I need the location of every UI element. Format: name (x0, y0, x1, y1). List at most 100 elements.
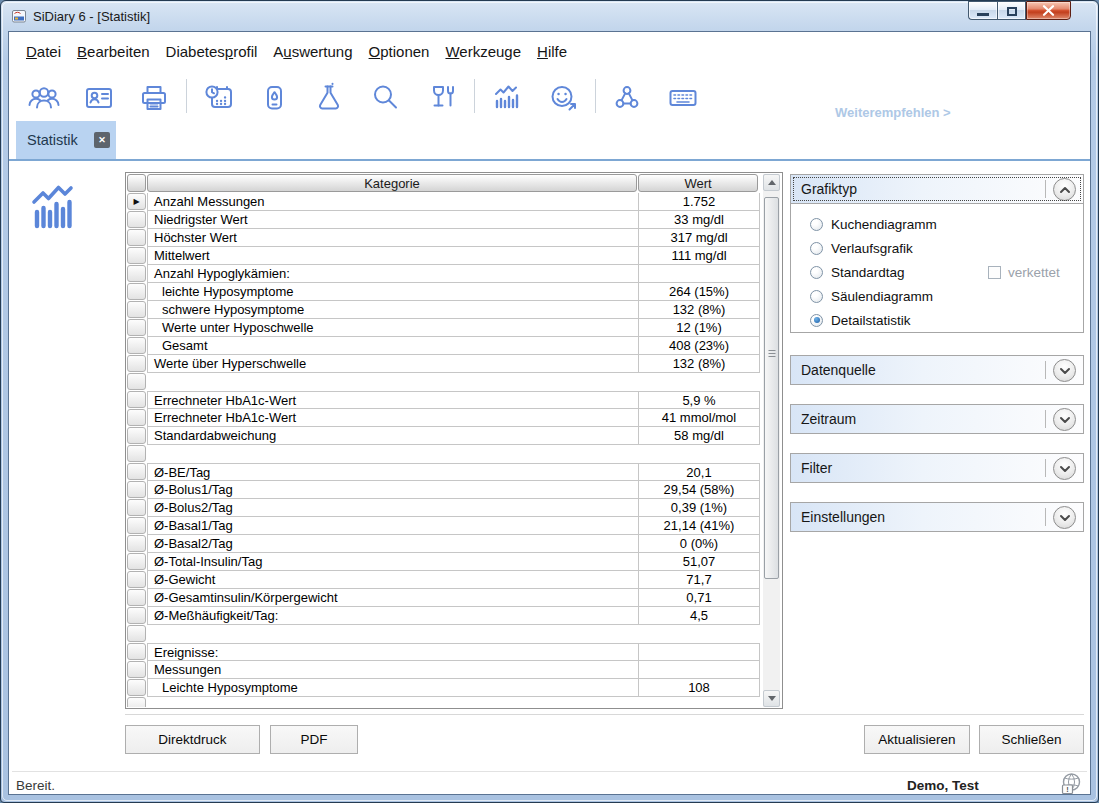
value-cell[interactable]: 12 (1%) (639, 319, 760, 337)
panel-datenquelle[interactable]: Datenquelle (790, 355, 1084, 385)
row-header-cell[interactable] (127, 589, 146, 606)
menu-item-diabetesprofil[interactable]: Diabetesprofil (166, 43, 258, 60)
aktualisieren-button[interactable]: Aktualisieren (864, 725, 970, 754)
category-cell[interactable]: Standardabweichung (147, 427, 639, 445)
category-cell[interactable]: Ø-Gewicht (147, 571, 639, 589)
pdf-button[interactable]: PDF (270, 725, 358, 754)
table-row[interactable]: Gesamt408 (23%) (126, 337, 763, 355)
value-cell[interactable] (639, 643, 760, 661)
table-row[interactable]: Errechneter HbA1c-Wert41 mmol/mol (126, 409, 763, 427)
row-header-cell[interactable] (127, 481, 146, 498)
radio-option-detailstatistik[interactable]: Detailstatistik (810, 308, 1083, 332)
category-cell[interactable]: Ø-Total-Insulin/Tag (147, 553, 639, 571)
value-cell[interactable]: 0,39 (1%) (639, 499, 760, 517)
keyboard-icon[interactable] (664, 79, 702, 117)
radio-button[interactable] (810, 266, 823, 279)
value-cell[interactable] (639, 445, 760, 463)
table-row[interactable]: Anzahl Hypoglykämien: (126, 265, 763, 283)
category-cell[interactable]: Ø-Basal2/Tag (147, 535, 639, 553)
row-header-cell[interactable] (127, 661, 146, 678)
category-cell[interactable]: Ø-Bolus2/Tag (147, 499, 639, 517)
value-cell[interactable]: 41 mmol/mol (639, 409, 760, 427)
row-header-corner[interactable] (127, 174, 146, 192)
value-cell[interactable]: 5,9 % (639, 391, 760, 409)
value-cell[interactable]: 132 (8%) (639, 355, 760, 373)
panel-filter[interactable]: Filter (790, 453, 1084, 483)
value-cell[interactable] (639, 625, 760, 643)
row-header-cell[interactable] (127, 247, 146, 264)
table-row[interactable]: Errechneter HbA1c-Wert5,9 % (126, 391, 763, 409)
table-row[interactable]: ▶Anzahl Messungen1.752 (126, 193, 763, 211)
close-button[interactable] (1026, 1, 1071, 20)
category-cell[interactable]: Errechneter HbA1c-Wert (147, 409, 639, 427)
lab-flask-icon[interactable] (310, 79, 348, 117)
table-row[interactable]: Ø-Basal2/Tag0 (0%) (126, 535, 763, 553)
row-header-cell[interactable] (127, 409, 146, 426)
value-cell[interactable]: 408 (23%) (639, 337, 760, 355)
schliessen-button[interactable]: Schließen (979, 725, 1084, 754)
food-drink-icon[interactable] (423, 79, 461, 117)
value-cell[interactable]: 132 (8%) (639, 301, 760, 319)
scroll-up-icon[interactable] (763, 174, 780, 191)
category-cell[interactable]: schwere Hyposymptome (147, 301, 639, 319)
menu-item-auswertung[interactable]: Auswertung (273, 43, 352, 60)
category-cell[interactable] (147, 697, 639, 707)
column-header-kategorie[interactable]: Kategorie (147, 174, 637, 192)
category-cell[interactable]: Niedrigster Wert (147, 211, 639, 229)
table-row[interactable] (126, 697, 763, 707)
expand-button[interactable] (1053, 506, 1076, 529)
category-cell[interactable]: Leichte Hyposymptome (147, 679, 639, 697)
row-header-cell[interactable] (127, 463, 146, 480)
row-header-cell[interactable] (127, 211, 146, 228)
row-header-cell[interactable] (127, 319, 146, 336)
radio-button[interactable] (810, 314, 823, 327)
value-cell[interactable]: 51,07 (639, 553, 760, 571)
category-cell[interactable]: leichte Hyposymptome (147, 283, 639, 301)
panel-einstellungen[interactable]: Einstellungen (790, 502, 1084, 532)
category-cell[interactable]: Anzahl Messungen (147, 193, 639, 211)
value-cell[interactable]: 264 (15%) (639, 283, 760, 301)
value-cell[interactable]: 58 mg/dl (639, 427, 760, 445)
row-header-cell[interactable] (127, 499, 146, 516)
radio-option-kuchendiagramm[interactable]: Kuchendiagramm (810, 212, 1083, 236)
menu-item-bearbeiten[interactable]: Bearbeiten (77, 43, 150, 60)
value-cell[interactable] (639, 265, 760, 283)
value-cell[interactable]: 4,5 (639, 607, 760, 625)
row-header-cell[interactable] (127, 265, 146, 282)
category-cell[interactable]: Ø-Bolus1/Tag (147, 481, 639, 499)
row-header-cell[interactable] (127, 697, 146, 707)
category-cell[interactable]: Ø-BE/Tag (147, 463, 639, 481)
category-cell[interactable] (147, 373, 639, 391)
radio-option-verlaufsgrafik[interactable]: Verlaufsgrafik (810, 236, 1083, 260)
printer-icon[interactable] (135, 79, 173, 117)
category-cell[interactable] (147, 625, 639, 643)
row-header-cell[interactable] (127, 337, 146, 354)
category-cell[interactable]: Errechneter HbA1c-Wert (147, 391, 639, 409)
row-header-cell[interactable] (127, 427, 146, 444)
category-cell[interactable]: Gesamt (147, 337, 639, 355)
row-header-cell[interactable] (127, 643, 146, 660)
checkbox-box[interactable] (988, 266, 1001, 279)
value-cell[interactable] (639, 697, 760, 707)
row-header-cell[interactable] (127, 625, 146, 642)
table-row[interactable]: Leichte Hyposymptome108 (126, 679, 763, 697)
row-header-cell[interactable] (127, 355, 146, 372)
table-row[interactable]: leichte Hyposymptome264 (15%) (126, 283, 763, 301)
table-row[interactable]: Ø-BE/Tag20,1 (126, 463, 763, 481)
table-row[interactable]: Werte über Hyperschwelle132 (8%) (126, 355, 763, 373)
value-cell[interactable]: 20,1 (639, 463, 760, 481)
category-cell[interactable]: Ereignisse: (147, 643, 639, 661)
value-cell[interactable]: 317 mg/dl (639, 229, 760, 247)
row-header-cell[interactable]: ▶ (127, 193, 146, 210)
table-row[interactable]: Ø-Gewicht71,7 (126, 571, 763, 589)
radio-option-säulendiagramm[interactable]: Säulendiagramm (810, 284, 1083, 308)
search-icon[interactable] (366, 79, 404, 117)
value-cell[interactable]: 29,54 (58%) (639, 481, 760, 499)
recommend-link[interactable]: Weiterempfehlen > (835, 105, 951, 120)
tab-statistik[interactable]: Statistik ✕ (16, 121, 116, 159)
category-cell[interactable]: Ø-Gesamtinsulin/Körpergewicht (147, 589, 639, 607)
category-cell[interactable]: Ø-Basal1/Tag (147, 517, 639, 535)
panel-zeitraum[interactable]: Zeitraum (790, 404, 1084, 434)
row-header-cell[interactable] (127, 517, 146, 534)
menu-item-werkzeuge[interactable]: Werkzeuge (445, 43, 521, 60)
